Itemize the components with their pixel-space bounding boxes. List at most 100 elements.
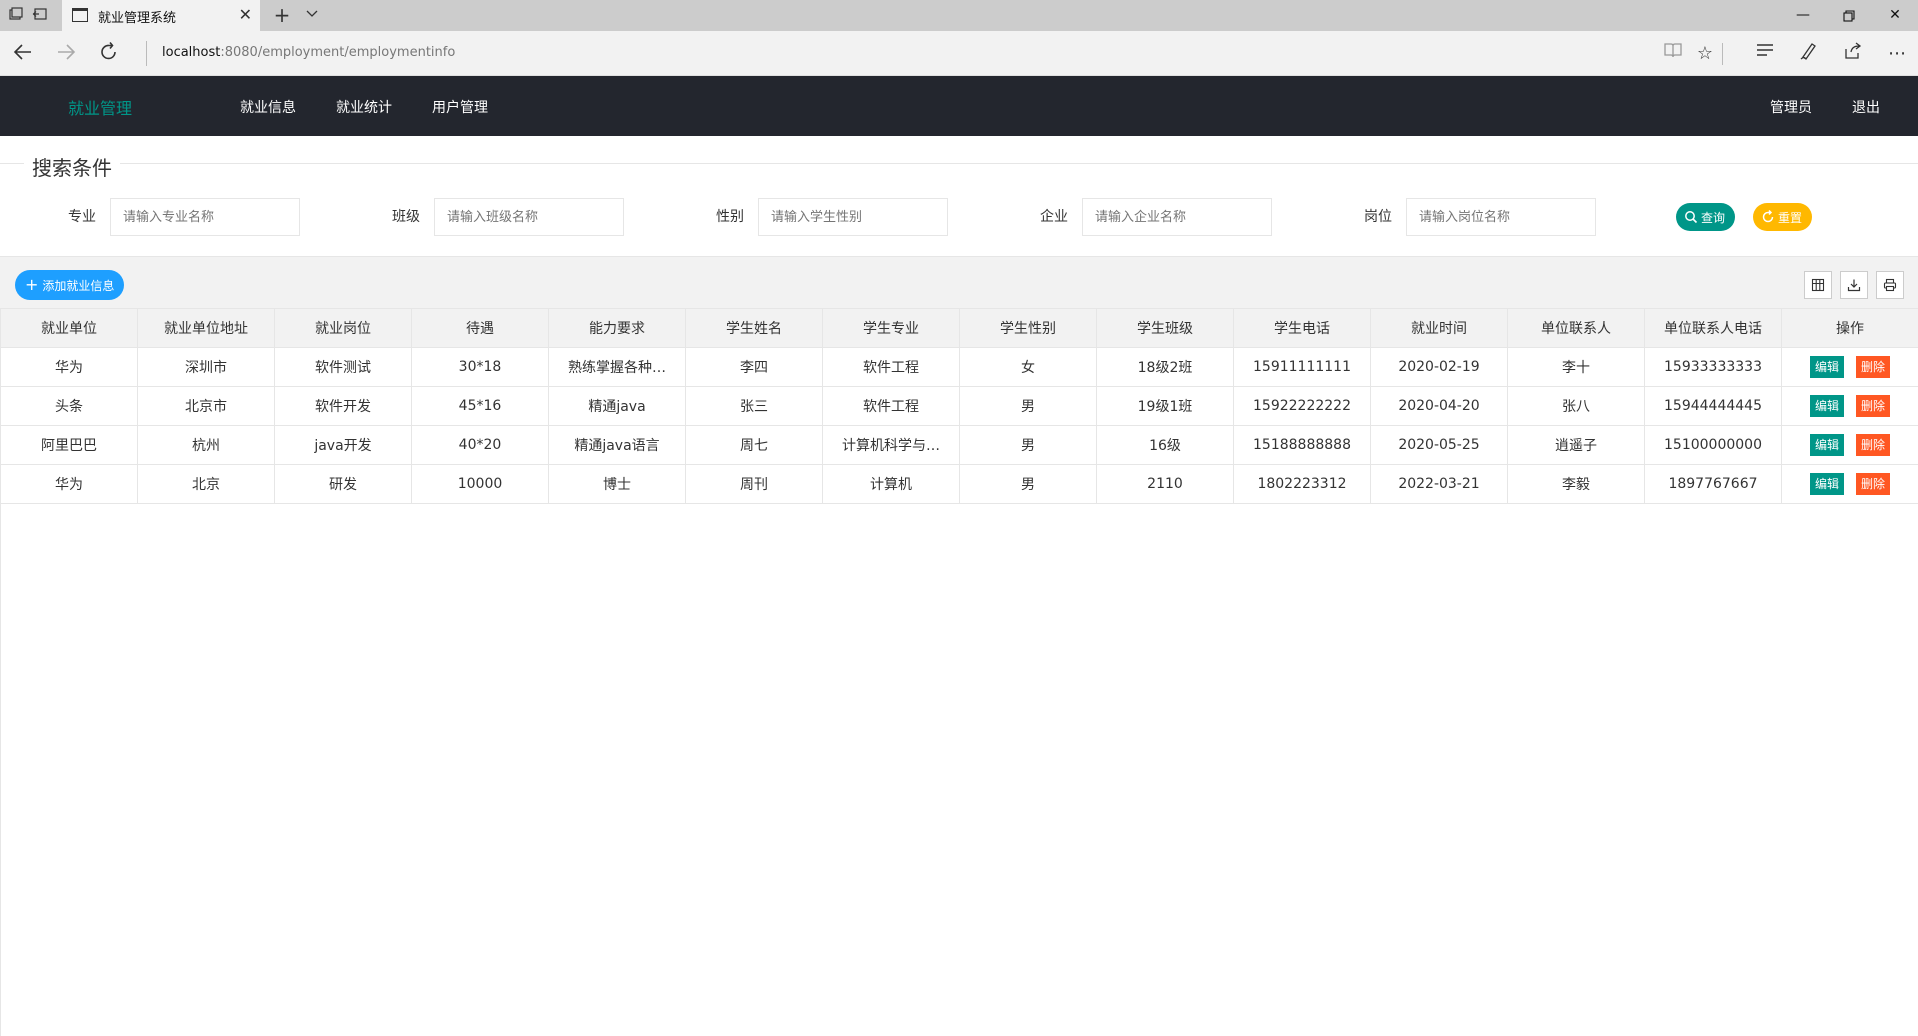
table-cell: 40*20 <box>411 425 549 465</box>
table-toolbar: + 添加就业信息 <box>0 256 1918 308</box>
restore-icon[interactable] <box>1826 0 1872 31</box>
tab-set-aside-icon[interactable] <box>6 6 26 26</box>
add-employment-button[interactable]: + 添加就业信息 <box>15 270 125 300</box>
table-cell: 软件测试 <box>274 347 412 387</box>
back-icon[interactable] <box>10 41 36 67</box>
column-header[interactable]: 就业单位 <box>0 308 138 348</box>
search-legend: 搜索条件 <box>24 152 120 181</box>
reset-button[interactable]: 重置 <box>1753 203 1813 231</box>
column-header[interactable]: 就业单位地址 <box>137 308 275 348</box>
browser-tab[interactable]: 就业管理系统 ✕ <box>62 0 260 31</box>
company-input[interactable] <box>1082 198 1272 236</box>
favorite-star-icon[interactable]: ☆ <box>1692 41 1718 67</box>
position-label: 岗位 <box>1364 209 1392 225</box>
reading-view-icon[interactable] <box>1660 41 1686 67</box>
tab-list-chevron-icon[interactable] <box>302 6 322 26</box>
query-label: 查询 <box>1701 210 1726 225</box>
admin-user-menu[interactable]: 管理员 <box>1770 97 1812 117</box>
table-cell: 李十 <box>1507 347 1645 387</box>
reset-label: 重置 <box>1778 210 1803 225</box>
table-cell: 精通java语言 <box>548 425 686 465</box>
actions-cell: 编辑 删除 <box>1781 464 1918 504</box>
table-cell: 精通java <box>548 386 686 426</box>
table-cell: 周刊 <box>685 464 823 504</box>
query-button[interactable]: 查询 <box>1676 203 1736 231</box>
table-cell: 熟练掌握各种… <box>548 347 686 387</box>
more-ellipsis-icon[interactable]: ⋯ <box>1884 41 1910 67</box>
export-icon[interactable] <box>1840 271 1868 299</box>
position-input[interactable] <box>1406 198 1596 236</box>
new-tab-icon[interactable]: + <box>272 5 292 25</box>
edit-button[interactable]: 编辑 <box>1809 473 1844 495</box>
close-tab-icon[interactable]: ✕ <box>239 5 252 24</box>
column-header[interactable]: 学生姓名 <box>685 308 823 348</box>
forward-icon[interactable] <box>53 41 79 67</box>
column-header[interactable]: 就业时间 <box>1370 308 1508 348</box>
app-header: 就业管理 就业信息 就业统计 用户管理 管理员 退出 <box>0 76 1918 136</box>
refresh-icon[interactable] <box>96 41 122 67</box>
hub-icon[interactable] <box>1752 41 1778 67</box>
logout-link[interactable]: 退出 <box>1852 97 1880 117</box>
share-icon[interactable] <box>1840 41 1866 67</box>
brand-logo[interactable]: 就业管理 <box>68 95 132 119</box>
class-input[interactable] <box>434 198 624 236</box>
table-cell: 计算机 <box>822 464 960 504</box>
nav-employment-stats[interactable]: 就业统计 <box>336 97 392 117</box>
column-header[interactable]: 待遇 <box>411 308 549 348</box>
column-header[interactable]: 学生专业 <box>822 308 960 348</box>
table-row[interactable]: 阿里巴巴 杭州 java开发 40*20 精通java语言 周七 计算机科学与…… <box>0 425 1918 465</box>
column-header[interactable]: 单位联系人 <box>1507 308 1645 348</box>
table-cell: 杭州 <box>137 425 275 465</box>
table-cell: 2020-02-19 <box>1370 347 1508 387</box>
url-field[interactable]: localhost:8080/employment/employmentinfo <box>162 45 455 60</box>
delete-button[interactable]: 删除 <box>1856 395 1891 417</box>
column-header[interactable]: 学生电话 <box>1233 308 1371 348</box>
table-cell: 18级2班 <box>1096 347 1234 387</box>
table-row[interactable]: 头条 北京市 软件开发 45*16 精通java 张三 软件工程 男 19级1班… <box>0 386 1918 426</box>
actions-cell: 编辑 删除 <box>1781 425 1918 465</box>
table-row[interactable]: 华为 深圳市 软件测试 30*18 熟练掌握各种… 李四 软件工程 女 18级2… <box>0 347 1918 387</box>
print-icon[interactable] <box>1876 271 1904 299</box>
table-cell: 深圳市 <box>137 347 275 387</box>
close-window-icon[interactable]: ✕ <box>1872 0 1918 31</box>
column-header[interactable]: 就业岗位 <box>274 308 412 348</box>
edit-button[interactable]: 编辑 <box>1809 395 1844 417</box>
delete-button[interactable]: 删除 <box>1856 434 1891 456</box>
column-header[interactable]: 能力要求 <box>548 308 686 348</box>
edit-button[interactable]: 编辑 <box>1809 356 1844 378</box>
table-cell: 15911111111 <box>1233 347 1371 387</box>
column-header[interactable]: 单位联系人电话 <box>1644 308 1782 348</box>
columns-filter-icon[interactable] <box>1804 271 1832 299</box>
nav-employment-info[interactable]: 就业信息 <box>240 97 296 117</box>
table-cell: 15933333333 <box>1644 347 1782 387</box>
search-icon <box>1684 210 1698 224</box>
edit-button[interactable]: 编辑 <box>1809 434 1844 456</box>
table-cell: 周七 <box>685 425 823 465</box>
column-header[interactable]: 学生班级 <box>1096 308 1234 348</box>
table-cell: 男 <box>959 425 1097 465</box>
delete-button[interactable]: 删除 <box>1856 356 1891 378</box>
minimize-icon[interactable]: — <box>1780 0 1826 31</box>
class-label: 班级 <box>392 209 420 225</box>
table-cell: 头条 <box>0 386 138 426</box>
table-cell: 2110 <box>1096 464 1234 504</box>
table-cell: 2022-03-21 <box>1370 464 1508 504</box>
table-cell: 研发 <box>274 464 412 504</box>
column-header[interactable]: 学生性别 <box>959 308 1097 348</box>
web-note-pen-icon[interactable] <box>1796 41 1822 67</box>
table-row[interactable]: 华为 北京 研发 10000 博士 周刊 计算机 男 2110 18022233… <box>0 464 1918 504</box>
table-cell: 北京市 <box>137 386 275 426</box>
major-input[interactable] <box>110 198 300 236</box>
table-cell: java开发 <box>274 425 412 465</box>
nav-user-management[interactable]: 用户管理 <box>432 97 488 117</box>
plus-icon: + <box>25 275 39 294</box>
table-cell: 16级 <box>1096 425 1234 465</box>
gender-input[interactable] <box>758 198 948 236</box>
company-label: 企业 <box>1040 209 1068 225</box>
tabs-aside-icon[interactable] <box>30 6 50 26</box>
table-cell: 男 <box>959 464 1097 504</box>
browser-titlebar: 就业管理系统 ✕ + — ✕ <box>0 0 1918 31</box>
delete-button[interactable]: 删除 <box>1856 473 1891 495</box>
refresh-icon <box>1761 209 1775 224</box>
table-cell: 博士 <box>548 464 686 504</box>
